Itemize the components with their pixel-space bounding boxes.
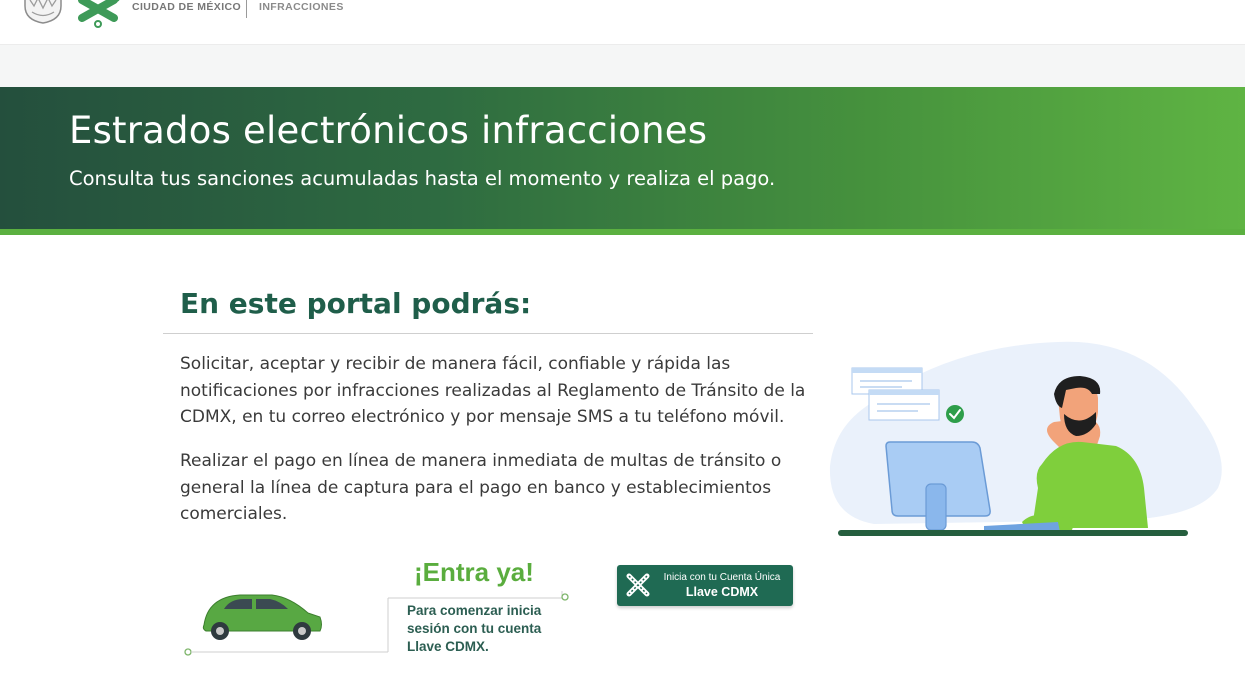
- coat-of-arms-icon[interactable]: [22, 0, 64, 24]
- sub-navigation-bar: [0, 45, 1245, 87]
- llave-cdmx-login-button[interactable]: Inicia con tu Cuenta Única Llave CDMX: [617, 565, 793, 606]
- header-divider: [246, 0, 247, 18]
- heading-divider: [163, 333, 813, 334]
- banner-stripe: [0, 229, 1245, 235]
- promo-text: Para comenzar inicia sesión con tu cuent…: [407, 603, 542, 654]
- section-label: INFRACCIONES: [259, 1, 344, 13]
- city-label: CIUDAD DE MÉXICO: [132, 1, 242, 13]
- portal-heading: En este portal podrás:: [180, 287, 532, 320]
- site-header: CIUDAD DE MÉXICO INFRACCIONES: [0, 0, 1245, 45]
- payment-paragraph: Realizar el pago en línea de manera inme…: [180, 451, 782, 524]
- llave-logo-icon: [626, 573, 650, 597]
- notifications-paragraph: Solicitar, aceptar y recibir de manera f…: [180, 354, 806, 427]
- llave-button-subtext: Inicia con tu Cuenta Única: [663, 572, 781, 583]
- promo-title: ¡Entra ya!: [414, 557, 534, 587]
- page-title: Estrados electrónicos infracciones: [69, 109, 708, 152]
- page-subtitle: Consulta tus sanciones acumuladas hasta …: [69, 167, 776, 190]
- check-circle-icon: [946, 405, 964, 423]
- cdmx-logo-icon[interactable]: [76, 0, 124, 28]
- car-icon: [202, 594, 322, 640]
- llave-button-label: Llave CDMX: [685, 585, 759, 599]
- person-at-computer-illustration: [829, 341, 1222, 536]
